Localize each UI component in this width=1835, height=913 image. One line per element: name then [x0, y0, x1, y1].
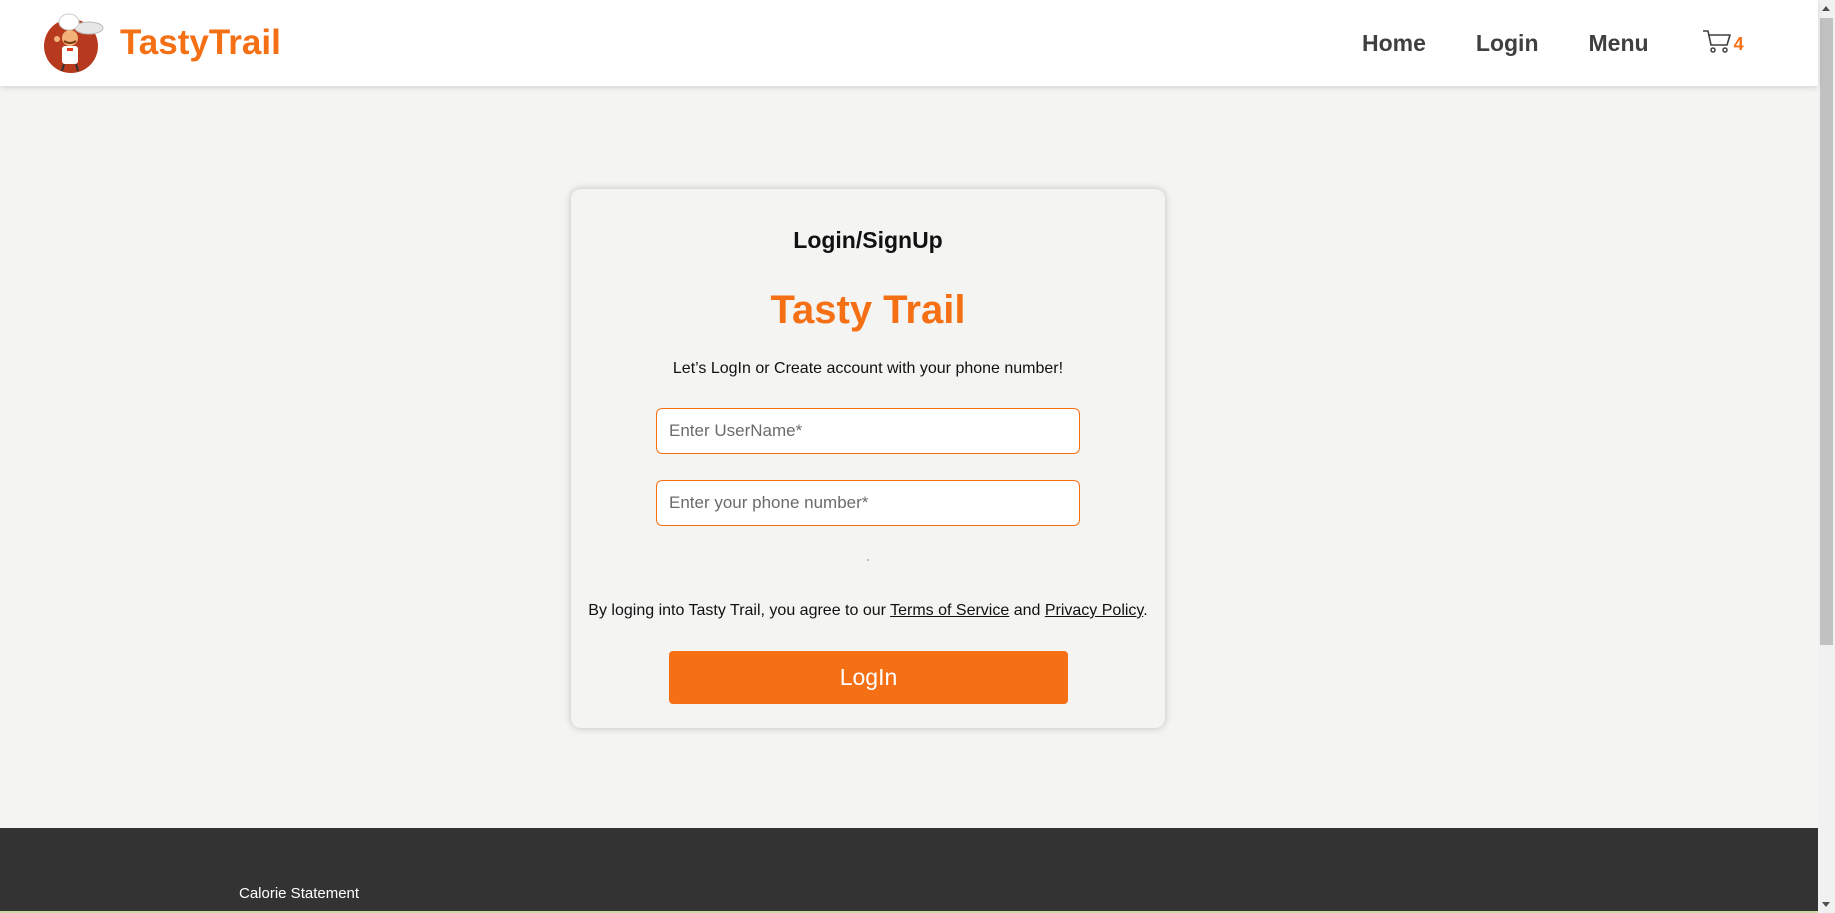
scroll-up-arrow-icon[interactable]: [1822, 6, 1830, 11]
terms-middle: and: [1009, 602, 1045, 619]
scrollbar-thumb[interactable]: [1820, 18, 1833, 645]
calorie-statement-link[interactable]: Calorie Statement: [239, 885, 359, 902]
cart-button[interactable]: 4: [1702, 28, 1744, 59]
footer: Calorie Statement: [0, 828, 1818, 913]
nav-login[interactable]: Login: [1476, 30, 1539, 57]
login-card: Login/SignUp Tasty Trail Let’s LogIn or …: [571, 189, 1165, 728]
brand-name[interactable]: TastyTrail: [120, 23, 281, 63]
vertical-scrollbar[interactable]: [1818, 0, 1835, 913]
privacy-policy-link[interactable]: Privacy Policy: [1045, 602, 1143, 619]
chef-logo-icon: [42, 12, 104, 74]
nav-home[interactable]: Home: [1362, 30, 1426, 57]
logo[interactable]: TastyTrail: [42, 12, 281, 74]
terms-notice: By loging into Tasty Trail, you agree to…: [571, 602, 1165, 620]
cart-icon: [1702, 28, 1732, 59]
login-subtitle: Let’s LogIn or Create account with your …: [672, 360, 1064, 377]
loading-indicator: [867, 559, 869, 561]
terms-prefix: By loging into Tasty Trail, you agree to…: [588, 602, 891, 619]
login-button[interactable]: LogIn: [669, 651, 1068, 704]
login-heading: Login/SignUp: [793, 227, 943, 253]
card-brand-title: Tasty Trail: [770, 288, 966, 332]
page: TastyTrail Home Login Menu 4 Login/SignU…: [0, 0, 1835, 913]
main-nav: Home Login Menu 4: [1362, 28, 1744, 59]
cart-count-badge: 4: [1733, 34, 1744, 54]
terms-suffix: .: [1143, 602, 1148, 619]
top-navbar: TastyTrail Home Login Menu 4: [0, 0, 1818, 86]
nav-menu[interactable]: Menu: [1589, 30, 1649, 57]
username-input[interactable]: [656, 408, 1080, 454]
phone-number-input[interactable]: [656, 480, 1080, 526]
scroll-down-arrow-icon[interactable]: [1822, 902, 1830, 907]
terms-of-service-link[interactable]: Terms of Service: [890, 602, 1009, 619]
